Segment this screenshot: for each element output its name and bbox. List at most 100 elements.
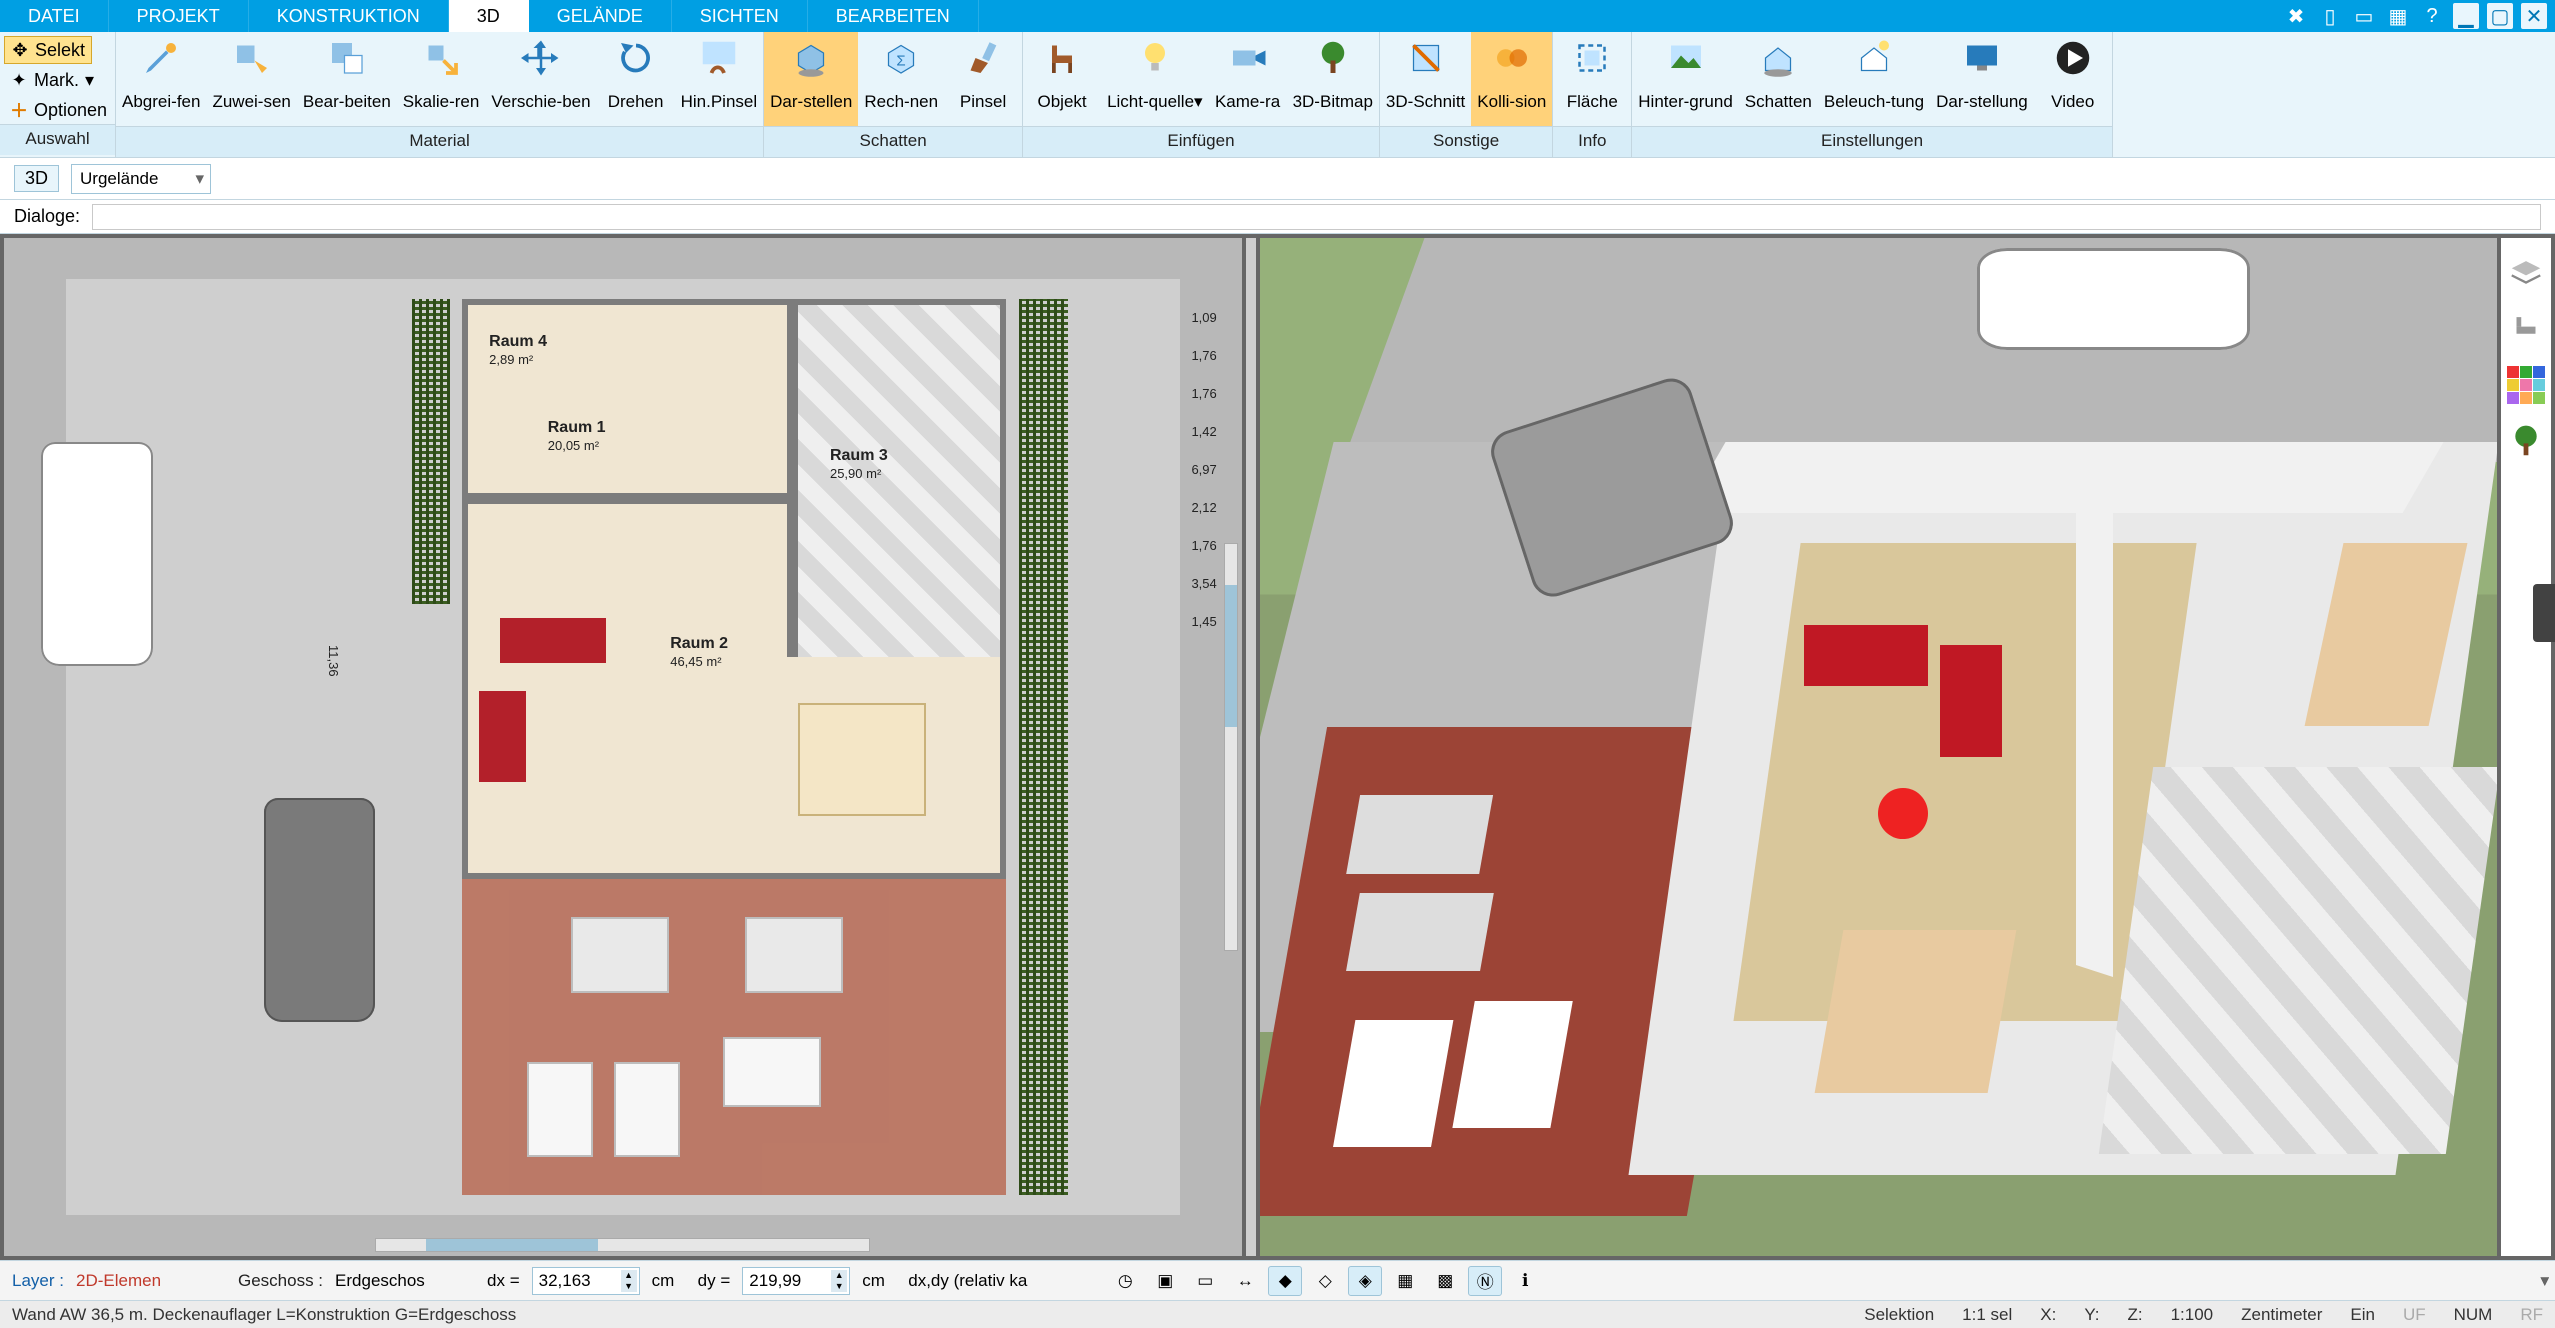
info-icon[interactable]: ℹ (1508, 1266, 1542, 1296)
house-shadow-icon (1757, 38, 1799, 78)
btn-skalieren[interactable]: Skalie-ren (397, 32, 486, 126)
dxdy-mode-select[interactable]: dx,dy (relativ ka (908, 1271, 1078, 1291)
status-selektion: Selektion (1864, 1305, 1934, 1325)
tab-sichten[interactable]: SICHTEN (672, 0, 808, 32)
grid2-icon[interactable]: ▩ (1428, 1266, 1462, 1296)
btn-zuweisen[interactable]: Zuwei-sen (206, 32, 296, 126)
tab-3d[interactable]: 3D (449, 0, 529, 32)
btn-bearbeiten[interactable]: Bear-beiten (297, 32, 397, 126)
minimize-button[interactable]: ▁ (2453, 3, 2479, 29)
viewport-2d[interactable]: Raum 42,89 m² Raum 120,05 m² Raum 325,90… (4, 238, 1242, 1256)
btn-schatten-set[interactable]: Schatten (1739, 32, 1818, 126)
layer-select[interactable]: 2D-Elemen (76, 1271, 226, 1291)
spin-up-icon[interactable]: ▲ (831, 1270, 847, 1281)
scrollbar-horizontal[interactable] (375, 1238, 870, 1252)
tab-konstruktion[interactable]: KONSTRUKTION (249, 0, 449, 32)
brush-bg-icon (698, 38, 740, 78)
status-message: Wand AW 36,5 m. Deckenauflager L=Konstru… (12, 1305, 516, 1325)
btn-abgreifen[interactable]: Abgrei-fen (116, 32, 206, 126)
spin-up-icon[interactable]: ▲ (621, 1270, 637, 1281)
btn-3d-bitmap[interactable]: 3D-Bitmap (1287, 32, 1379, 126)
auswahl-optionen[interactable]: ＋ Optionen (4, 96, 113, 124)
measure-icon[interactable]: ▭ (1188, 1266, 1222, 1296)
auswahl-mark[interactable]: ✦ Mark. ▾ (4, 66, 100, 94)
scrollbar-vertical[interactable] (1224, 543, 1238, 950)
btn-schatten-darstellen[interactable]: Dar-stellen (764, 32, 858, 126)
camera-icon (1227, 38, 1269, 78)
btn-3d-schnitt[interactable]: 3D-Schnitt (1380, 32, 1471, 126)
btn-schatten-rechnen[interactable]: ΣRech-nen (858, 32, 944, 126)
tree3d-icon[interactable] (2507, 422, 2545, 460)
plan-terrace (462, 879, 1007, 1195)
dialog-field[interactable] (92, 204, 2541, 230)
btn-kamera[interactable]: Kame-ra (1209, 32, 1287, 126)
workspace: Raum 42,89 m² Raum 120,05 m² Raum 325,90… (0, 234, 2555, 1260)
tab-bearbeiten[interactable]: BEARBEITEN (808, 0, 979, 32)
btn-video[interactable]: Video (2034, 32, 2112, 126)
dy-input[interactable]: 219,99▲▼ (742, 1267, 850, 1295)
btn-hintergrund[interactable]: Hinter-grund (1632, 32, 1739, 126)
ribbon-group-schatten: Dar-stellen ΣRech-nen Pinsel Schatten (764, 32, 1023, 157)
grid1-icon[interactable]: ▦ (1388, 1266, 1422, 1296)
north-icon[interactable]: Ⓝ (1468, 1266, 1502, 1296)
color-palette[interactable] (2507, 366, 2545, 404)
tab-gelaende[interactable]: GELÄNDE (529, 0, 672, 32)
dx-label: dx = (487, 1271, 520, 1291)
btn-beleuchtung[interactable]: Beleuch-tung (1818, 32, 1930, 126)
cube-shadow-icon (790, 38, 832, 78)
btn-objekt[interactable]: Objekt (1023, 32, 1101, 126)
tab-projekt[interactable]: PROJEKT (109, 0, 249, 32)
status-z: Z: (2127, 1305, 2142, 1325)
geschoss-select[interactable]: Erdgeschos (335, 1271, 475, 1291)
dx-unit: cm (652, 1271, 686, 1291)
screen2-icon[interactable]: ▭ (2351, 3, 2377, 29)
screen1-icon[interactable]: ▯ (2317, 3, 2343, 29)
tab-datei[interactable]: DATEI (0, 0, 109, 32)
settings-icon[interactable]: ▦ (2385, 3, 2411, 29)
status-scale: 1:100 (2171, 1305, 2214, 1325)
monitor-icon (1961, 38, 2003, 78)
viewport-splitter[interactable] (1246, 238, 1256, 1256)
rotate-icon (615, 38, 657, 78)
btn-verschieben[interactable]: Verschie-ben (485, 32, 596, 126)
dy-unit: cm (862, 1271, 896, 1291)
btn-lichtquelle[interactable]: Licht-quelle ▾ (1101, 32, 1209, 126)
maximize-button[interactable]: ▢ (2487, 3, 2513, 29)
side-expand-handle[interactable] (2533, 584, 2555, 642)
spin-down-icon[interactable]: ▼ (831, 1281, 847, 1292)
view-dropdown[interactable]: Urgelände (71, 164, 211, 194)
bottom-toolbar: Layer : 2D-Elemen Geschoss : Erdgeschos … (0, 1260, 2555, 1300)
btn-hin-pinsel[interactable]: Hin.Pinsel (675, 32, 764, 126)
auswahl-selekt-label: Selekt (35, 40, 85, 61)
btn-kollision[interactable]: Kolli-sion (1471, 32, 1552, 126)
status-ein: Ein (2350, 1305, 2375, 1325)
help-icon[interactable]: ? (2419, 3, 2445, 29)
btn-drehen[interactable]: Drehen (597, 32, 675, 126)
close-button[interactable]: ✕ (2521, 3, 2547, 29)
view-selector-bar: 3D Urgelände (0, 158, 2555, 200)
viewport-3d[interactable] (1260, 238, 2498, 1256)
chair3d-icon[interactable] (2507, 310, 2545, 348)
ribbon-group-title: Info (1553, 126, 1631, 157)
spin-down-icon[interactable]: ▼ (621, 1281, 637, 1292)
collision-icon (1491, 38, 1533, 78)
scale-icon (420, 38, 462, 78)
layers-icon[interactable] (2507, 254, 2545, 292)
ribbon-group-material: Abgrei-fen Zuwei-sen Bear-beiten Skalie-… (116, 32, 764, 157)
tools-icon[interactable]: ✖ (2283, 3, 2309, 29)
pan-icon[interactable]: ↔ (1228, 1266, 1262, 1296)
ribbon-group-einstellungen: Hinter-grund Schatten Beleuch-tung Dar-s… (1632, 32, 2112, 157)
btn-darstellung[interactable]: Dar-stellung (1930, 32, 2034, 126)
snap3-icon[interactable]: ◈ (1348, 1266, 1382, 1296)
snap1-icon[interactable]: ◆ (1268, 1266, 1302, 1296)
btn-schatten-pinsel[interactable]: Pinsel (944, 32, 1022, 126)
label-raum4: Raum 42,89 m² (489, 333, 547, 369)
side-toolbar (2501, 238, 2551, 1256)
btn-flaeche[interactable]: Fläche (1553, 32, 1631, 126)
view-mode-badge[interactable]: 3D (14, 165, 59, 192)
camera2-icon[interactable]: ▣ (1148, 1266, 1182, 1296)
snap2-icon[interactable]: ◇ (1308, 1266, 1342, 1296)
auswahl-selekt[interactable]: ✥ Selekt (4, 36, 92, 64)
clock-icon[interactable]: ◷ (1108, 1266, 1142, 1296)
dx-input[interactable]: 32,163▲▼ (532, 1267, 640, 1295)
